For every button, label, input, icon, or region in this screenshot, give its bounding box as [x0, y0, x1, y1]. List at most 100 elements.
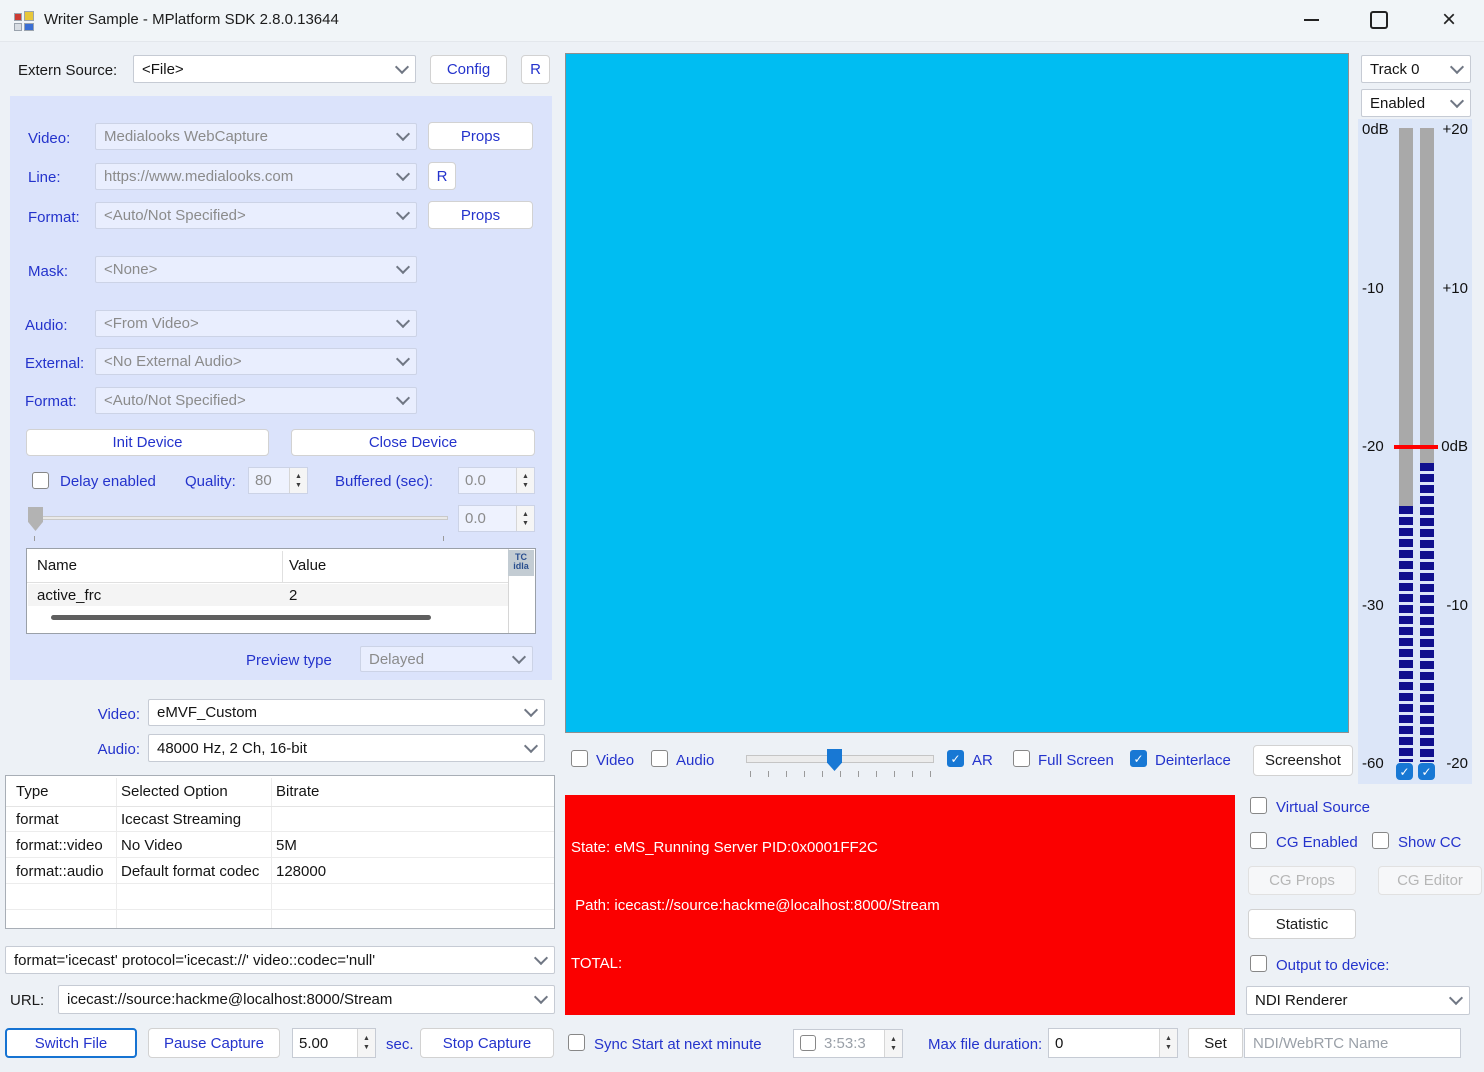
extern-source-value: <File> [142, 61, 184, 78]
deinterlace-checkbox[interactable] [1130, 750, 1147, 767]
horizontal-scrollbar[interactable] [51, 615, 431, 620]
sync-start-checkbox[interactable] [568, 1034, 585, 1051]
video-device-select[interactable]: Medialooks WebCapture [95, 123, 417, 150]
table-row[interactable]: format::video No Video 5M [6, 833, 554, 858]
spinner-arrows-icon[interactable]: ▲▼ [884, 1030, 902, 1057]
encoder-video-select[interactable]: eMVF_Custom [148, 699, 545, 726]
minimize-button[interactable] [1289, 0, 1333, 40]
audio-checkbox[interactable] [651, 750, 668, 767]
sync-time-value: 3:53:3 [816, 1030, 884, 1057]
format-string-value: format='icecast' protocol='icecast://' v… [14, 952, 375, 969]
buffered-stepper[interactable]: 0.0 ▲▼ [458, 467, 535, 494]
prop-value-cell: 2 [289, 587, 297, 604]
chevron-down-icon [396, 127, 410, 141]
format-select[interactable]: <Auto/Not Specified> [95, 202, 417, 229]
ar-checkbox[interactable] [947, 750, 964, 767]
close-button[interactable]: × [1427, 0, 1471, 40]
option-cell: Default format codec [121, 863, 259, 880]
audio-format-select[interactable]: <Auto/Not Specified> [95, 387, 417, 414]
chevron-down-icon [534, 950, 548, 964]
init-device-button[interactable]: Init Device [26, 429, 269, 456]
delay-enabled-checkbox[interactable] [32, 472, 49, 489]
max-duration-stepper[interactable]: 0 ▲▼ [1048, 1028, 1178, 1058]
chevron-down-icon [1450, 93, 1464, 107]
stop-capture-button[interactable]: Stop Capture [420, 1028, 554, 1058]
output-to-device-checkbox[interactable] [1250, 955, 1267, 972]
chevron-down-icon [524, 703, 538, 717]
spinner-arrows-icon[interactable]: ▲▼ [516, 506, 534, 531]
video-checkbox-label: Video [596, 752, 634, 769]
track-enabled-value: Enabled [1370, 95, 1425, 112]
scale-label: 0dB [1362, 121, 1389, 138]
video-props-button[interactable]: Props [428, 122, 533, 150]
video-preview[interactable] [565, 53, 1349, 733]
video-checkbox[interactable] [571, 750, 588, 767]
chevron-down-icon [396, 314, 410, 328]
audio-label: Audio: [25, 317, 68, 334]
chevron-down-icon [396, 352, 410, 366]
config-button[interactable]: Config [430, 55, 507, 84]
status-log: State: eMS_Running Server PID:0x0001FF2C… [565, 795, 1235, 1015]
ndi-name-input[interactable] [1244, 1028, 1461, 1058]
line-select[interactable]: https://www.medialooks.com [95, 163, 417, 190]
cg-enabled-checkbox[interactable] [1250, 832, 1267, 849]
delay-slider-track[interactable] [28, 516, 448, 520]
app-icon [14, 11, 34, 31]
quality-stepper[interactable]: 80 ▲▼ [248, 467, 308, 494]
spinner-arrows-icon[interactable]: ▲▼ [1159, 1029, 1177, 1057]
track-select[interactable]: Track 0 [1361, 55, 1471, 83]
chevron-down-icon [534, 990, 548, 1004]
close-device-button[interactable]: Close Device [291, 429, 535, 456]
encoder-options-table[interactable]: Type Selected Option Bitrate format Icec… [5, 775, 555, 929]
audio-format-value: <Auto/Not Specified> [104, 392, 246, 409]
pause-capture-button[interactable]: Pause Capture [148, 1028, 280, 1058]
track-enabled-select[interactable]: Enabled [1361, 89, 1471, 117]
virtual-source-checkbox[interactable] [1250, 797, 1267, 814]
refresh-button[interactable]: R [521, 55, 550, 84]
volume-slider-thumb[interactable] [827, 749, 842, 771]
url-select[interactable]: icecast://source:hackme@localhost:8000/S… [58, 985, 555, 1014]
table-row[interactable]: active_frc 2 [28, 584, 508, 606]
delay-value-stepper[interactable]: 0.0 ▲▼ [458, 505, 535, 532]
spinner-arrows-icon[interactable]: ▲▼ [289, 468, 307, 493]
show-cc-checkbox[interactable] [1372, 832, 1389, 849]
audio-source-select[interactable]: <From Video> [95, 310, 417, 337]
sync-time-stepper[interactable]: 3:53:3 ▲▼ [793, 1029, 903, 1058]
audio-checkbox-label: Audio [676, 752, 714, 769]
interval-stepper[interactable]: 5.00 ▲▼ [292, 1028, 376, 1058]
sync-time-checkbox[interactable] [800, 1035, 816, 1051]
mask-select[interactable]: <None> [95, 256, 417, 283]
spinner-arrows-icon[interactable]: ▲▼ [516, 468, 534, 493]
renderer-select[interactable]: NDI Renderer [1246, 986, 1470, 1015]
meter-left-channel-checkbox[interactable] [1396, 763, 1413, 780]
preview-type-select[interactable]: Delayed [360, 646, 533, 672]
statistic-button[interactable]: Statistic [1248, 909, 1356, 939]
extern-source-select[interactable]: <File> [133, 55, 416, 83]
screenshot-button[interactable]: Screenshot [1253, 745, 1353, 776]
type-cell: format [16, 811, 59, 828]
line-refresh-button[interactable]: R [428, 162, 456, 190]
table-row[interactable]: format Icecast Streaming [6, 807, 554, 832]
delay-value: 0.0 [459, 506, 516, 531]
audio-source-value: <From Video> [104, 315, 199, 332]
slider-ticks [750, 771, 937, 777]
full-screen-checkbox[interactable] [1013, 750, 1030, 767]
spinner-arrows-icon[interactable]: ▲▼ [357, 1029, 375, 1057]
switch-file-button[interactable]: Switch File [5, 1028, 137, 1058]
table-row[interactable] [6, 885, 554, 910]
table-row[interactable]: format::audio Default format codec 12800… [6, 859, 554, 884]
status-line: Path: icecast://source:hackme@localhost:… [571, 896, 1235, 915]
set-button[interactable]: Set [1188, 1028, 1243, 1058]
format-string-select[interactable]: format='icecast' protocol='icecast://' v… [5, 946, 555, 974]
scale-label: -20 [1446, 755, 1468, 772]
mask-value: <None> [104, 261, 157, 278]
column-header: Type [16, 783, 49, 800]
device-props-table[interactable]: Name Value TCidla active_frc 2 [26, 548, 536, 634]
format-props-button[interactable]: Props [428, 201, 533, 229]
encoder-audio-select[interactable]: 48000 Hz, 2 Ch, 16-bit [148, 734, 545, 762]
maximize-button[interactable] [1357, 0, 1401, 40]
buffered-value: 0.0 [459, 468, 516, 493]
meter-right-channel-checkbox[interactable] [1418, 763, 1435, 780]
url-label: URL: [10, 992, 44, 1009]
external-audio-select[interactable]: <No External Audio> [95, 348, 417, 375]
